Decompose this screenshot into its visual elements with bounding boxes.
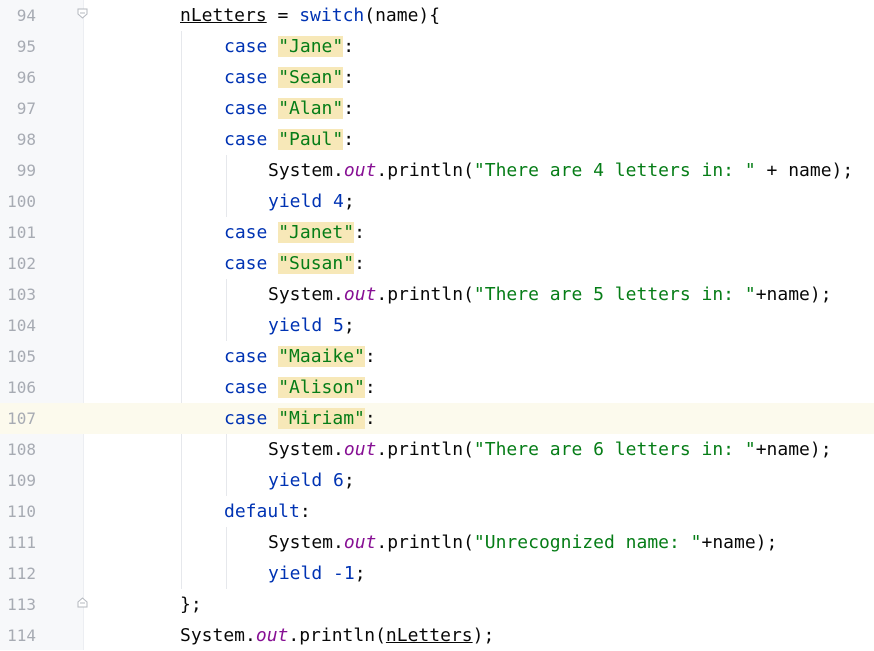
code-text: System.out.println("There are 5 letters … (268, 284, 832, 305)
code-text: default: (224, 501, 311, 522)
line-number: 101 (7, 223, 36, 242)
code-line[interactable]: 109 yield 6; (0, 465, 874, 496)
code-text: yield 5; (268, 315, 355, 336)
code-text: System.out.println("There are 4 letters … (268, 160, 854, 181)
code-editor[interactable]: 94 nLetters = switch(name){ 95 case "Jan… (0, 0, 874, 650)
code-line[interactable]: 110 default: (0, 496, 874, 527)
code-line[interactable]: 94 nLetters = switch(name){ (0, 0, 874, 31)
code-line[interactable]: 96 case "Sean": (0, 62, 874, 93)
code-line[interactable]: 113 }; (0, 589, 874, 620)
code-text: case "Janet": (224, 222, 365, 243)
line-number: 105 (7, 347, 36, 366)
code-text: case "Alan": (224, 98, 355, 119)
line-number: 96 (16, 68, 36, 87)
line-number: 104 (7, 316, 36, 335)
code-text: }; (180, 594, 202, 615)
line-number: 106 (7, 378, 36, 397)
line-number: 114 (7, 626, 36, 645)
code-line[interactable]: 103 System.out.println("There are 5 lett… (0, 279, 874, 310)
line-number: 94 (16, 6, 36, 25)
line-number: 99 (16, 161, 36, 180)
code-text: case "Alison": (224, 377, 376, 398)
code-line[interactable]: 105 case "Maaike": (0, 341, 874, 372)
line-number: 102 (7, 254, 36, 273)
line-number: 111 (7, 533, 36, 552)
code-line[interactable]: 104 yield 5; (0, 310, 874, 341)
line-number: 108 (7, 440, 36, 459)
code-text: System.out.println(nLetters); (180, 625, 495, 646)
code-line[interactable]: 95 case "Jane": (0, 31, 874, 62)
code-line[interactable]: 106 case "Alison": (0, 372, 874, 403)
code-line[interactable]: 114 System.out.println(nLetters); (0, 620, 874, 651)
line-number: 110 (7, 502, 36, 521)
code-line[interactable]: 108 System.out.println("There are 6 lett… (0, 434, 874, 465)
code-line[interactable]: 111 System.out.println("Unrecognized nam… (0, 527, 874, 558)
code-line[interactable]: 100 yield 4; (0, 186, 874, 217)
code-text: nLetters = switch(name){ (180, 5, 441, 26)
line-number: 109 (7, 471, 36, 490)
code-text: case "Jane": (224, 36, 355, 57)
line-number: 97 (16, 99, 36, 118)
code-line-current[interactable]: 107 case "Miriam": (0, 403, 874, 434)
line-number: 103 (7, 285, 36, 304)
code-text: case "Susan": (224, 253, 365, 274)
code-text: System.out.println("Unrecognized name: "… (268, 532, 778, 553)
code-line[interactable]: 102 case "Susan": (0, 248, 874, 279)
line-number: 107 (0, 403, 36, 434)
code-line[interactable]: 112 yield -1; (0, 558, 874, 589)
line-number: 100 (7, 192, 36, 211)
line-number: 98 (16, 130, 36, 149)
line-number: 95 (16, 37, 36, 56)
code-line[interactable]: 101 case "Janet": (0, 217, 874, 248)
code-text: case "Maaike": (224, 346, 376, 367)
code-line[interactable]: 97 case "Alan": (0, 93, 874, 124)
code-text: case "Sean": (224, 67, 355, 88)
code-line[interactable]: 98 case "Paul": (0, 124, 874, 155)
code-text: yield 4; (268, 191, 355, 212)
line-number: 112 (7, 564, 36, 583)
code-text: yield -1; (268, 563, 366, 584)
code-line[interactable]: 99 System.out.println("There are 4 lette… (0, 155, 874, 186)
code-text: case "Paul": (224, 129, 355, 150)
code-text: yield 6; (268, 470, 355, 491)
line-number: 113 (7, 595, 36, 614)
code-text: case "Miriam": (224, 408, 376, 429)
code-text: System.out.println("There are 6 letters … (268, 439, 832, 460)
